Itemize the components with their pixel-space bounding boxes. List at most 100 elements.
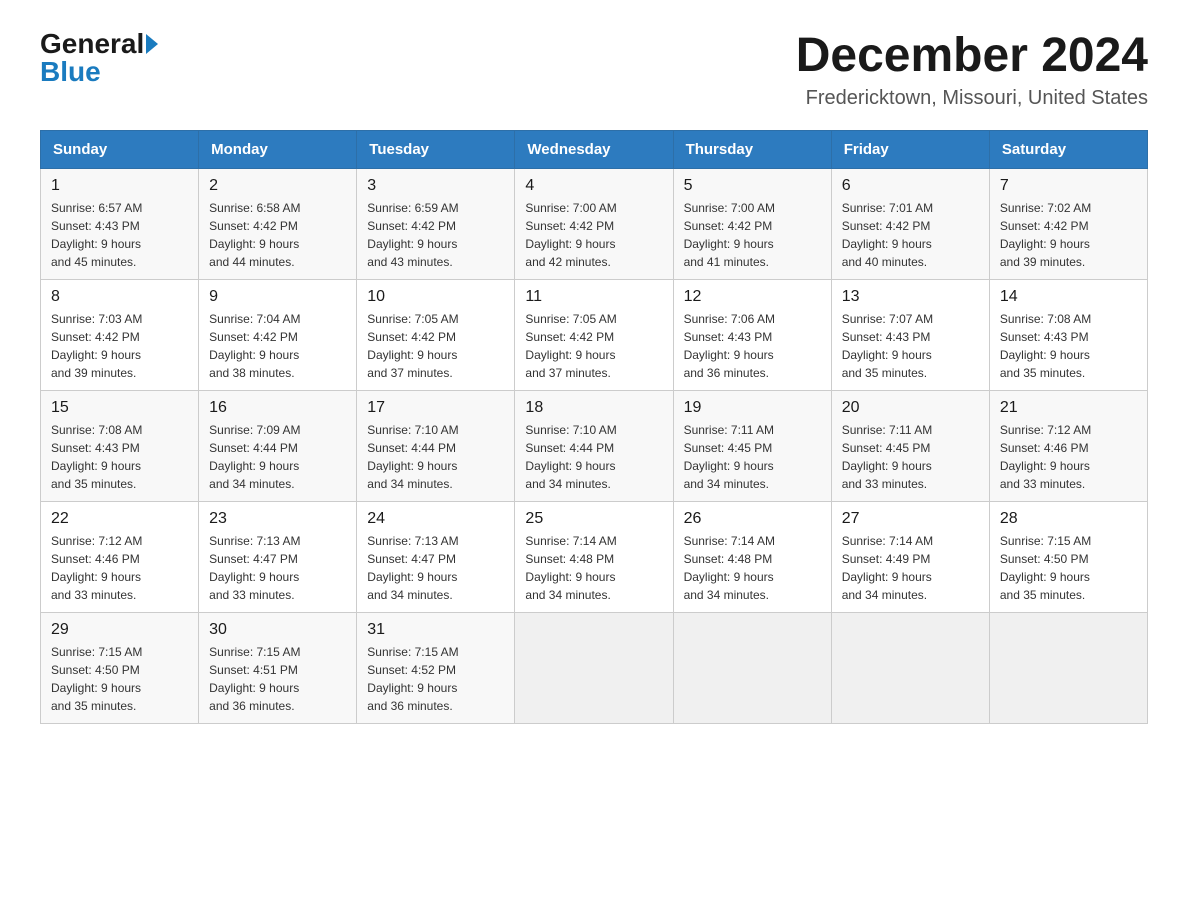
calendar-cell: 14 Sunrise: 7:08 AMSunset: 4:43 PMDayligh… [989, 279, 1147, 390]
day-info: Sunrise: 7:01 AMSunset: 4:42 PMDaylight:… [842, 199, 979, 271]
day-info: Sunrise: 7:11 AMSunset: 4:45 PMDaylight:… [842, 421, 979, 493]
logo-blue-text: Blue [40, 58, 101, 86]
calendar-title: December 2024 [796, 30, 1148, 83]
day-info: Sunrise: 7:10 AMSunset: 4:44 PMDaylight:… [525, 421, 662, 493]
weekday-header-friday: Friday [831, 130, 989, 168]
day-info: Sunrise: 7:00 AMSunset: 4:42 PMDaylight:… [525, 199, 662, 271]
day-info: Sunrise: 7:00 AMSunset: 4:42 PMDaylight:… [684, 199, 821, 271]
calendar-cell: 6 Sunrise: 7:01 AMSunset: 4:42 PMDaylight… [831, 168, 989, 279]
day-number: 15 [51, 399, 188, 417]
day-number: 5 [684, 177, 821, 195]
day-number: 21 [1000, 399, 1137, 417]
calendar-cell: 22 Sunrise: 7:12 AMSunset: 4:46 PMDayligh… [41, 501, 199, 612]
calendar-subtitle: Fredericktown, Missouri, United States [796, 87, 1148, 110]
day-number: 16 [209, 399, 346, 417]
calendar-week-row: 22 Sunrise: 7:12 AMSunset: 4:46 PMDayligh… [41, 501, 1148, 612]
day-number: 25 [525, 510, 662, 528]
calendar-cell: 12 Sunrise: 7:06 AMSunset: 4:43 PMDayligh… [673, 279, 831, 390]
calendar-cell: 27 Sunrise: 7:14 AMSunset: 4:49 PMDayligh… [831, 501, 989, 612]
day-info: Sunrise: 7:13 AMSunset: 4:47 PMDaylight:… [367, 532, 504, 604]
day-info: Sunrise: 7:07 AMSunset: 4:43 PMDaylight:… [842, 310, 979, 382]
weekday-header-saturday: Saturday [989, 130, 1147, 168]
day-info: Sunrise: 7:12 AMSunset: 4:46 PMDaylight:… [1000, 421, 1137, 493]
day-info: Sunrise: 7:06 AMSunset: 4:43 PMDaylight:… [684, 310, 821, 382]
day-info: Sunrise: 7:15 AMSunset: 4:50 PMDaylight:… [51, 643, 188, 715]
day-number: 28 [1000, 510, 1137, 528]
calendar-cell: 11 Sunrise: 7:05 AMSunset: 4:42 PMDayligh… [515, 279, 673, 390]
calendar-week-row: 8Sunrise: 7:03 AMSunset: 4:42 PMDaylight… [41, 279, 1148, 390]
day-number: 6 [842, 177, 979, 195]
calendar-cell: 9 Sunrise: 7:04 AMSunset: 4:42 PMDaylight… [199, 279, 357, 390]
calendar-cell: 18 Sunrise: 7:10 AMSunset: 4:44 PMDayligh… [515, 390, 673, 501]
day-info: Sunrise: 7:04 AMSunset: 4:42 PMDaylight:… [209, 310, 346, 382]
day-info: Sunrise: 7:03 AMSunset: 4:42 PMDaylight:… [51, 310, 188, 382]
calendar-cell [831, 612, 989, 723]
weekday-header-sunday: Sunday [41, 130, 199, 168]
calendar-cell: 3 Sunrise: 6:59 AMSunset: 4:42 PMDaylight… [357, 168, 515, 279]
day-number: 23 [209, 510, 346, 528]
day-info: Sunrise: 7:09 AMSunset: 4:44 PMDaylight:… [209, 421, 346, 493]
calendar-cell: 21 Sunrise: 7:12 AMSunset: 4:46 PMDayligh… [989, 390, 1147, 501]
calendar-cell: 7Sunrise: 7:02 AMSunset: 4:42 PMDaylight… [989, 168, 1147, 279]
day-info: Sunrise: 7:11 AMSunset: 4:45 PMDaylight:… [684, 421, 821, 493]
calendar-week-row: 29 Sunrise: 7:15 AMSunset: 4:50 PMDayligh… [41, 612, 1148, 723]
day-number: 7 [1000, 177, 1137, 195]
calendar-cell: 8Sunrise: 7:03 AMSunset: 4:42 PMDaylight… [41, 279, 199, 390]
day-info: Sunrise: 7:15 AMSunset: 4:52 PMDaylight:… [367, 643, 504, 715]
weekday-header-row: SundayMondayTuesdayWednesdayThursdayFrid… [41, 130, 1148, 168]
day-info: Sunrise: 7:15 AMSunset: 4:50 PMDaylight:… [1000, 532, 1137, 604]
calendar-week-row: 15 Sunrise: 7:08 AMSunset: 4:43 PMDayligh… [41, 390, 1148, 501]
day-number: 22 [51, 510, 188, 528]
day-info: Sunrise: 7:12 AMSunset: 4:46 PMDaylight:… [51, 532, 188, 604]
day-number: 4 [525, 177, 662, 195]
day-number: 26 [684, 510, 821, 528]
weekday-header-tuesday: Tuesday [357, 130, 515, 168]
calendar-cell: 15 Sunrise: 7:08 AMSunset: 4:43 PMDayligh… [41, 390, 199, 501]
day-number: 9 [209, 288, 346, 306]
day-info: Sunrise: 7:05 AMSunset: 4:42 PMDaylight:… [525, 310, 662, 382]
calendar-cell: 5 Sunrise: 7:00 AMSunset: 4:42 PMDaylight… [673, 168, 831, 279]
day-number: 29 [51, 621, 188, 639]
title-area: December 2024 Fredericktown, Missouri, U… [796, 30, 1148, 110]
day-info: Sunrise: 7:14 AMSunset: 4:48 PMDaylight:… [525, 532, 662, 604]
calendar-cell: 30Sunrise: 7:15 AMSunset: 4:51 PMDayligh… [199, 612, 357, 723]
day-number: 24 [367, 510, 504, 528]
calendar-cell: 31 Sunrise: 7:15 AMSunset: 4:52 PMDayligh… [357, 612, 515, 723]
calendar-cell [989, 612, 1147, 723]
day-number: 1 [51, 177, 188, 195]
day-info: Sunrise: 6:57 AMSunset: 4:43 PMDaylight:… [51, 199, 188, 271]
day-info: Sunrise: 7:15 AMSunset: 4:51 PMDaylight:… [209, 643, 346, 715]
weekday-header-wednesday: Wednesday [515, 130, 673, 168]
calendar-cell: 13 Sunrise: 7:07 AMSunset: 4:43 PMDayligh… [831, 279, 989, 390]
day-number: 11 [525, 288, 662, 306]
calendar-cell: 19Sunrise: 7:11 AMSunset: 4:45 PMDayligh… [673, 390, 831, 501]
day-info: Sunrise: 7:13 AMSunset: 4:47 PMDaylight:… [209, 532, 346, 604]
day-info: Sunrise: 7:08 AMSunset: 4:43 PMDaylight:… [1000, 310, 1137, 382]
calendar-cell: 28 Sunrise: 7:15 AMSunset: 4:50 PMDayligh… [989, 501, 1147, 612]
calendar-cell [673, 612, 831, 723]
day-number: 13 [842, 288, 979, 306]
day-number: 31 [367, 621, 504, 639]
day-number: 20 [842, 399, 979, 417]
day-number: 2 [209, 177, 346, 195]
day-number: 17 [367, 399, 504, 417]
logo: General Blue [40, 30, 158, 86]
day-info: Sunrise: 7:14 AMSunset: 4:49 PMDaylight:… [842, 532, 979, 604]
day-number: 14 [1000, 288, 1137, 306]
day-info: Sunrise: 7:10 AMSunset: 4:44 PMDaylight:… [367, 421, 504, 493]
calendar-table: SundayMondayTuesdayWednesdayThursdayFrid… [40, 130, 1148, 724]
logo-general-text: General [40, 30, 144, 58]
day-number: 10 [367, 288, 504, 306]
day-info: Sunrise: 6:59 AMSunset: 4:42 PMDaylight:… [367, 199, 504, 271]
day-number: 18 [525, 399, 662, 417]
calendar-cell: 2 Sunrise: 6:58 AMSunset: 4:42 PMDaylight… [199, 168, 357, 279]
calendar-week-row: 1 Sunrise: 6:57 AMSunset: 4:43 PMDaylight… [41, 168, 1148, 279]
calendar-cell: 26Sunrise: 7:14 AMSunset: 4:48 PMDayligh… [673, 501, 831, 612]
day-info: Sunrise: 7:08 AMSunset: 4:43 PMDaylight:… [51, 421, 188, 493]
calendar-cell: 25 Sunrise: 7:14 AMSunset: 4:48 PMDayligh… [515, 501, 673, 612]
weekday-header-thursday: Thursday [673, 130, 831, 168]
day-number: 3 [367, 177, 504, 195]
day-number: 12 [684, 288, 821, 306]
day-number: 27 [842, 510, 979, 528]
day-info: Sunrise: 6:58 AMSunset: 4:42 PMDaylight:… [209, 199, 346, 271]
